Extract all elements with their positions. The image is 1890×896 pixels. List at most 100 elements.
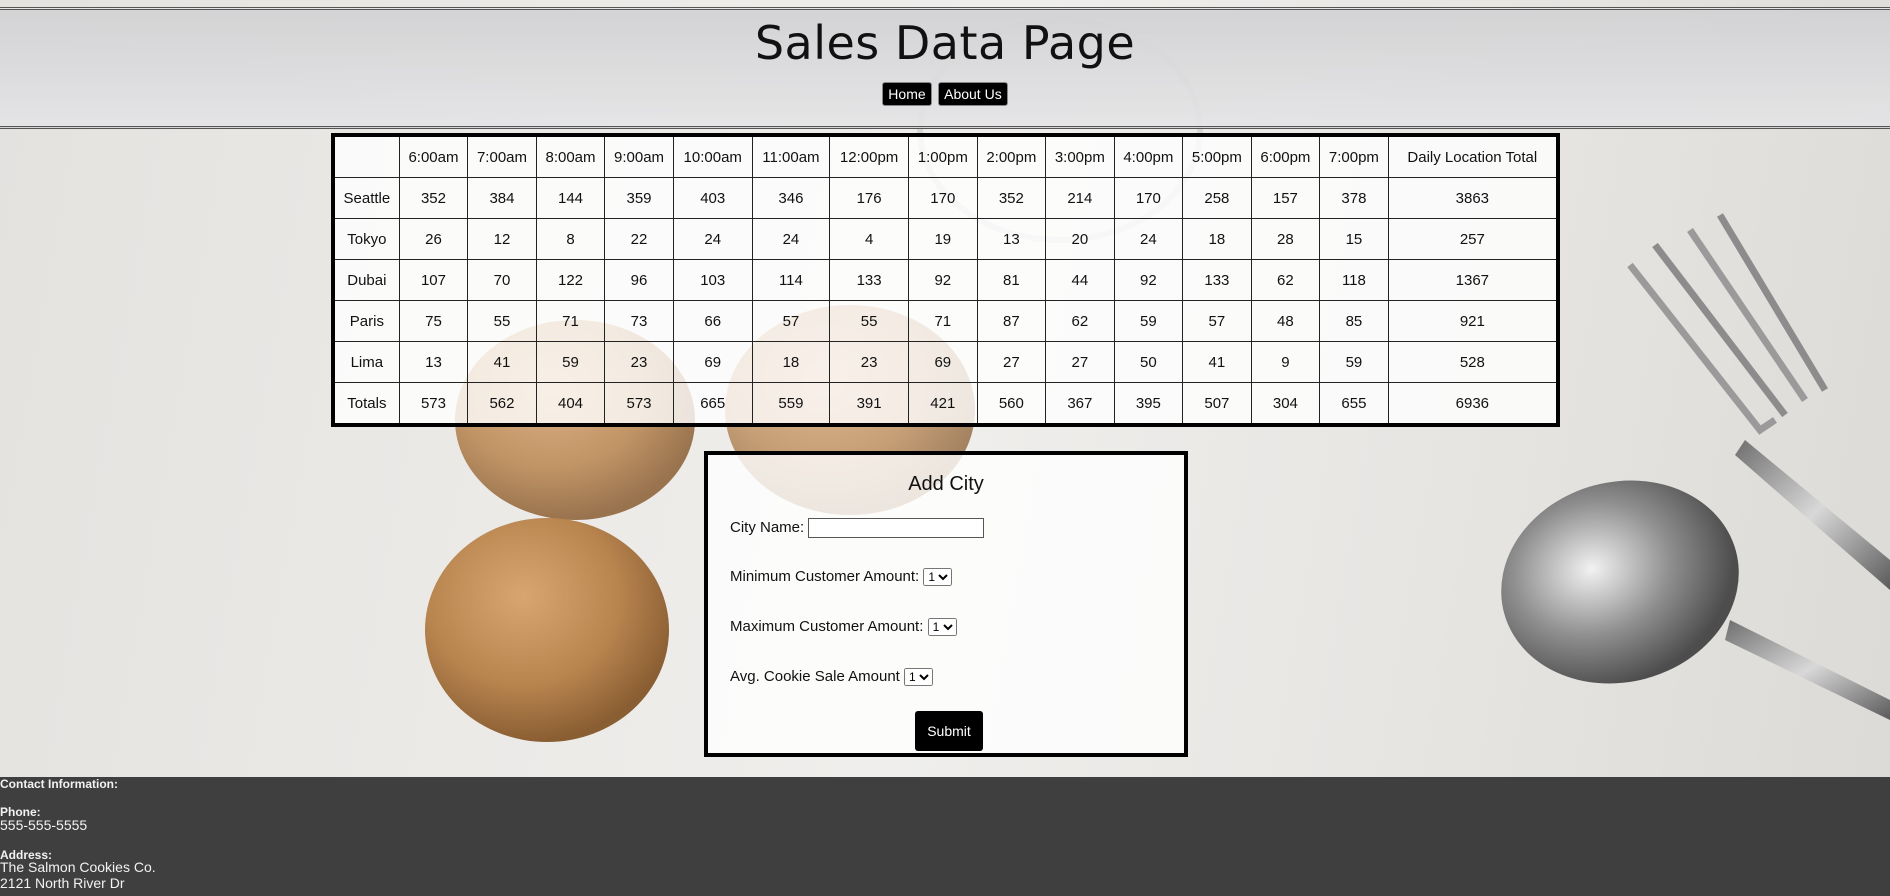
max-customer-select[interactable]: 1: [927, 618, 957, 637]
sales-value-cell: 404: [535, 382, 606, 426]
sales-value-cell: 26: [398, 218, 469, 260]
sales-value-cell: 352: [976, 177, 1047, 219]
sales-value-cell: 4: [829, 218, 910, 260]
sales-value-cell: 573: [604, 382, 674, 426]
daily-total-cell: 921: [1387, 300, 1559, 342]
form-title: Add City: [908, 473, 984, 495]
sales-value-cell: 41: [1182, 341, 1252, 383]
sales-value-cell: 87: [976, 300, 1047, 342]
sales-value-cell: 352: [398, 177, 469, 219]
daily-total-cell: 1367: [1387, 259, 1559, 301]
page-header: Sales Data Page Home About Us: [0, 7, 1890, 129]
sales-value-cell: 103: [672, 259, 753, 301]
page-footer: Contact Information: Phone: 555-555-5555…: [0, 777, 1890, 896]
sales-value-cell: 170: [908, 177, 978, 219]
daily-total-cell: 528: [1387, 341, 1559, 383]
min-customer-row: Minimum Customer Amount: 1: [730, 568, 953, 587]
sales-value-cell: 391: [829, 382, 910, 426]
sales-value-cell: 176: [829, 177, 910, 219]
table-row: Totals 573 562 404 573 665 559 391 421 560 367 395 5…: [332, 382, 1559, 426]
city-name-cell: Paris: [332, 300, 400, 342]
sales-value-cell: 27: [1045, 341, 1115, 383]
hour-header: 10:00am: [672, 135, 753, 178]
main-nav: Home About Us: [0, 82, 1890, 106]
sales-value-cell: 507: [1182, 382, 1252, 426]
sales-value-cell: 81: [976, 259, 1047, 301]
table-row: Lima 13 41 59 23 69 18 23 69 27 27 50 41 9 59 528: [332, 341, 1559, 383]
table-row: Dubai 107 70 122 96 103 114 133 92 81 44 92 133 62 118…: [332, 259, 1559, 301]
city-name-label: City Name:: [730, 518, 805, 536]
hour-header: 6:00pm: [1250, 135, 1321, 178]
sales-value-cell: 19: [908, 218, 978, 260]
hour-header: 6:00am: [398, 135, 469, 178]
min-customer-select[interactable]: 1: [923, 568, 953, 587]
city-name-cell: Lima: [332, 341, 400, 383]
sales-value-cell: 57: [1182, 300, 1252, 342]
city-name-cell: Tokyo: [332, 218, 400, 260]
avg-cookie-select[interactable]: 1: [904, 668, 933, 687]
add-city-form: Add City City Name: Minimum Customer Amo…: [704, 451, 1188, 757]
sales-value-cell: 62: [1045, 300, 1115, 342]
sales-value-cell: 73: [604, 300, 674, 342]
address-line-2: 2121 North River Dr: [0, 875, 125, 891]
sales-value-cell: 170: [1113, 177, 1184, 219]
sales-value-cell: 144: [535, 177, 606, 219]
phone-number: 555-555-5555: [0, 817, 88, 833]
sales-value-cell: 18: [1182, 218, 1252, 260]
sales-value-cell: 24: [751, 218, 831, 260]
sales-value-cell: 133: [1182, 259, 1252, 301]
sales-value-cell: 122: [535, 259, 606, 301]
sales-value-cell: 85: [1319, 300, 1389, 342]
sales-value-cell: 75: [398, 300, 469, 342]
sales-value-cell: 378: [1319, 177, 1389, 219]
sales-value-cell: 18: [751, 341, 831, 383]
sales-value-cell: 367: [1045, 382, 1115, 426]
table-row: Seattle 352 384 144 359 403 346 176 170 352 214 170…: [332, 177, 1559, 219]
sales-value-cell: 12: [467, 218, 537, 260]
sales-value-cell: 560: [976, 382, 1047, 426]
sales-value-cell: 96: [604, 259, 674, 301]
sales-value-cell: 359: [604, 177, 674, 219]
sales-value-cell: 50: [1113, 341, 1184, 383]
nav-about-link[interactable]: About Us: [938, 82, 1008, 106]
table-header-row: 6:00am 7:00am 8:00am 9:00am 10:00am 11:0…: [332, 135, 1559, 178]
hour-header: 2:00pm: [976, 135, 1047, 178]
city-name-input[interactable]: [808, 518, 985, 538]
sales-value-cell: 23: [829, 341, 910, 383]
sales-value-cell: 9: [1250, 341, 1321, 383]
sales-value-cell: 8: [535, 218, 606, 260]
total-header: Daily Location Total: [1387, 135, 1559, 178]
address-line-1: The Salmon Cookies Co.: [0, 859, 156, 875]
sales-value-cell: 346: [751, 177, 831, 219]
sales-value-cell: 384: [467, 177, 537, 219]
sales-value-cell: 59: [1319, 341, 1389, 383]
sales-value-cell: 655: [1319, 382, 1389, 426]
city-name-cell: Seattle: [332, 177, 400, 219]
table-row: Tokyo 26 12 8 22 24 24 4 19 13 20 24 18 28 15 257: [332, 218, 1559, 260]
sales-value-cell: 57: [751, 300, 831, 342]
nav-home-link[interactable]: Home: [882, 82, 932, 106]
table-body: Seattle 352 384 144 359 403 346 176 170 352 214 170…: [332, 177, 1559, 426]
sales-value-cell: 13: [398, 341, 469, 383]
hour-header: 11:00am: [751, 135, 831, 178]
sales-value-cell: 157: [1250, 177, 1321, 219]
max-customer-label: Maximum Customer Amount:: [730, 618, 924, 635]
sales-value-cell: 214: [1045, 177, 1115, 219]
submit-button[interactable]: Submit: [915, 711, 983, 751]
sales-value-cell: 55: [467, 300, 537, 342]
sales-value-cell: 665: [672, 382, 753, 426]
sales-value-cell: 71: [535, 300, 606, 342]
sales-value-cell: 70: [467, 259, 537, 301]
sales-value-cell: 421: [908, 382, 978, 426]
avg-cookie-row: Avg. Cookie Sale Amount 1: [730, 668, 933, 687]
sales-value-cell: 22: [604, 218, 674, 260]
sales-value-cell: 573: [398, 382, 469, 426]
sales-value-cell: 71: [908, 300, 978, 342]
sales-value-cell: 55: [829, 300, 910, 342]
sales-value-cell: 304: [1250, 382, 1321, 426]
hour-header: 3:00pm: [1045, 135, 1115, 178]
sales-value-cell: 395: [1113, 382, 1184, 426]
sales-value-cell: 48: [1250, 300, 1321, 342]
city-name-cell: Dubai: [332, 259, 400, 301]
sales-value-cell: 41: [467, 341, 537, 383]
